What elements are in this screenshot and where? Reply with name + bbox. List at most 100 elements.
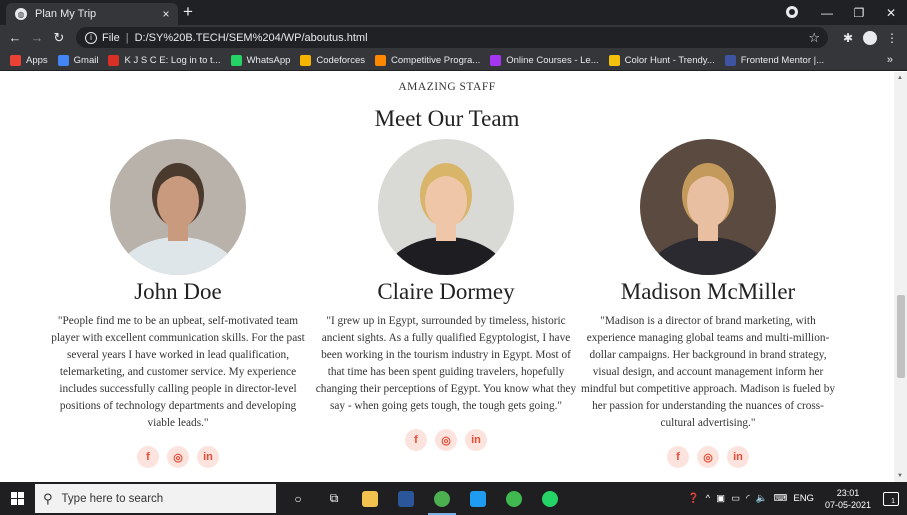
info-icon[interactable]: i [85,31,97,44]
bookmark-label: Color Hunt - Trendy... [624,54,715,66]
bookmark-favicon-icon [57,54,69,66]
word-icon[interactable] [388,482,424,515]
instagram-icon[interactable]: ◎ [167,446,189,468]
language-indicator[interactable]: ENG [793,493,814,504]
team-member-card: John Doe "People find me to be an upbeat,… [43,139,313,468]
page-content: AMAZING STAFF Meet Our Team John Doe "Peo… [0,72,894,482]
search-icon: ⚲ [43,490,53,506]
search-placeholder: Type here to search [61,492,164,505]
chrome-icon[interactable] [424,482,460,515]
notifications-icon[interactable]: 1 [883,491,899,506]
bookmark-label: Apps [26,54,48,66]
globe-icon: ◍ [15,8,27,20]
back-icon[interactable]: ← [4,30,26,45]
reload-icon[interactable]: ↻ [48,30,70,46]
bookmark-favicon-icon [300,54,312,66]
bookmark-item[interactable]: Color Hunt - Trendy... [608,54,715,66]
member-name: John Doe [134,279,222,304]
instagram-icon[interactable]: ◎ [697,446,719,468]
new-tab-button[interactable]: + [183,3,193,21]
linkedin-icon[interactable]: in [465,429,487,451]
bookmark-label: Online Courses - Le... [506,54,599,66]
facebook-icon[interactable]: f [137,446,159,468]
bookmark-favicon-icon [608,54,620,66]
clock[interactable]: 23:01 07-05-2021 [825,487,871,511]
task-view-icon[interactable]: ⧉ [316,482,352,515]
team-member-card: Claire Dormey "I grew up in Egypt, surrou… [311,139,581,451]
member-socials: f ◎ in [43,446,313,468]
scrollbar-thumb[interactable] [897,295,905,378]
browser-toolbar: ← → ↻ i File | D:/SY%20B.TECH/SEM%204/WP… [0,25,907,50]
member-bio: "People find me to be an upbeat, self-mo… [51,315,305,429]
restore-icon[interactable]: ❐ [843,6,875,20]
bookmark-favicon-icon [490,54,502,66]
member-photo [110,139,246,275]
bookmark-favicon-icon [230,54,242,66]
bookmark-favicon-icon [108,54,120,66]
facebook-icon[interactable]: f [667,446,689,468]
bookmark-label: K J S C E: Log in to t... [124,54,221,66]
bookmark-favicon-icon [10,54,21,66]
linkedin-icon[interactable]: in [727,446,749,468]
forward-icon[interactable]: → [26,30,48,45]
bookmark-item[interactable]: Apps [10,54,48,66]
account-avatar[interactable] [863,30,877,45]
bookmarks-overflow-icon[interactable]: » [887,54,893,66]
bookmark-favicon-icon [375,54,386,66]
wifi-icon[interactable]: ◜ [746,493,750,504]
scroll-down-icon[interactable]: ▼ [897,473,903,479]
battery-icon[interactable]: ▭ [731,493,740,504]
close-tab-icon[interactable]: × [158,7,174,21]
minimize-icon[interactable]: — [811,6,843,20]
bookmark-label: WhatsApp [246,54,291,66]
address-scheme: File [102,31,120,44]
instagram-icon[interactable]: ◎ [435,429,457,451]
browser-tab-bar: ◍ Plan My Trip × + — ❐ ✕ [0,0,907,25]
clock-date: 07-05-2021 [824,499,871,510]
windows-icon [10,492,24,505]
bookmark-item[interactable]: Competitive Progra... [375,54,480,66]
start-button[interactable] [0,482,34,515]
member-photo [378,139,514,275]
profile-icon[interactable] [786,6,798,18]
app-icon[interactable] [496,482,532,515]
toolbar-actions: ✱ ⋮ [837,25,903,50]
address-separator: | [125,31,129,44]
section-heading: Meet Our Team [374,106,520,131]
bookmark-item[interactable]: Online Courses - Le... [490,54,599,66]
taskbar-search[interactable]: ⚲ Type here to search [35,484,276,513]
cortana-icon[interactable]: ○ [280,482,316,515]
system-tray: ❓ ^ ▣ ▭ ◜ 🔈 ⌨ ENG 23:01 07-05-2021 1 [685,482,907,515]
vscode-icon[interactable] [460,482,496,515]
bookmark-label: Gmail [73,54,99,66]
bookmark-star-icon[interactable]: ☆ [808,30,820,46]
address-url: D:/SY%20B.TECH/SEM%204/WP/aboutus.html [134,31,368,44]
team-member-card: Madison McMiller "Madison is a director o… [573,139,843,468]
network-icon[interactable]: ▣ [716,493,725,504]
linkedin-icon[interactable]: in [197,446,219,468]
window-controls: — ❐ ✕ [811,0,907,25]
page-scrollbar[interactable]: ▲ ▼ [894,72,907,482]
menu-icon[interactable]: ⋮ [881,31,903,45]
extensions-icon[interactable]: ✱ [837,31,859,45]
member-name: Claire Dormey [377,279,515,304]
close-window-icon[interactable]: ✕ [875,6,907,20]
bookmark-item[interactable]: WhatsApp [230,54,291,66]
help-icon[interactable]: ❓ [688,493,700,504]
taskbar-apps: ○ ⧉ [280,482,568,515]
bookmark-item[interactable]: K J S C E: Log in to t... [108,54,221,66]
member-socials: f ◎ in [311,429,581,451]
whatsapp-icon[interactable] [532,482,568,515]
bookmark-item[interactable]: Codeforces [300,54,365,66]
bookmark-item[interactable]: Gmail [57,54,99,66]
browser-tab[interactable]: ◍ Plan My Trip × [6,3,178,25]
file-explorer-icon[interactable] [352,482,388,515]
keyboard-icon[interactable]: ⌨ [774,493,788,504]
address-bar[interactable]: i File | D:/SY%20B.TECH/SEM%204/WP/about… [76,27,828,48]
facebook-icon[interactable]: f [405,429,427,451]
tray-expand-icon[interactable]: ^ [706,493,710,504]
member-bio: "Madison is a director of brand marketin… [580,315,836,429]
volume-icon[interactable]: 🔈 [756,493,768,504]
scroll-up-icon[interactable]: ▲ [897,75,903,81]
bookmark-item[interactable]: Frontend Mentor |... [724,54,824,66]
